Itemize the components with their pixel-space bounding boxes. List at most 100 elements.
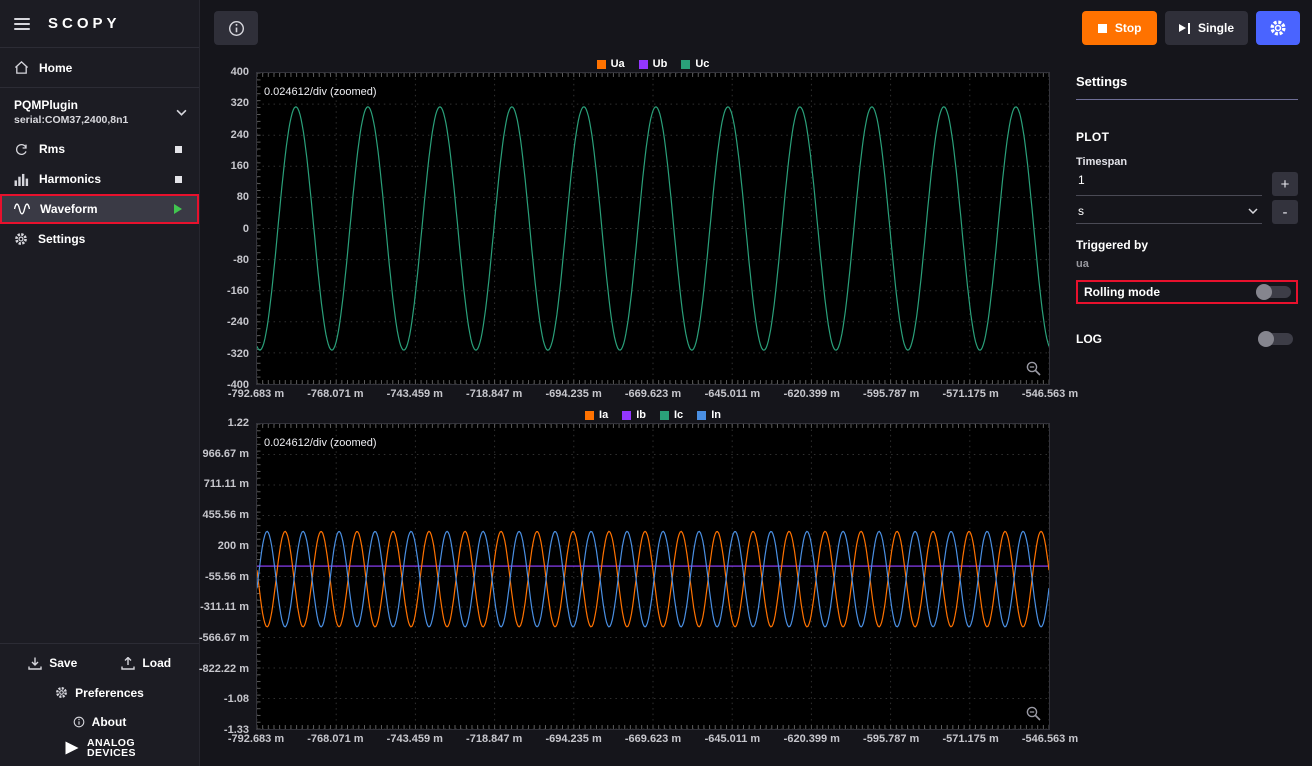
rolling-mode-label: Rolling mode xyxy=(1084,285,1160,299)
plot-area[interactable]: 0.024612/div (zoomed) xyxy=(256,423,1050,730)
legend-swatch xyxy=(639,60,648,69)
x-tick-label: -718.847 m xyxy=(466,388,522,400)
legend-item-Ib[interactable]: Ib xyxy=(622,409,646,421)
log-label: LOG xyxy=(1076,332,1102,346)
legend-item-Ub[interactable]: Ub xyxy=(639,58,668,70)
x-tick-label: -792.683 m xyxy=(228,388,284,400)
x-tick-label: -694.235 m xyxy=(545,733,601,745)
sidebar-item-home[interactable]: Home xyxy=(0,48,199,88)
legend-label: Ub xyxy=(653,58,668,70)
log-toggle[interactable] xyxy=(1258,333,1293,345)
x-tick-label: -546.563 m xyxy=(1022,388,1078,400)
zoom-out-icon[interactable] xyxy=(1025,360,1042,377)
legend-item-Ic[interactable]: Ic xyxy=(660,409,683,421)
legend-item-In[interactable]: In xyxy=(697,409,721,421)
rolling-mode-toggle[interactable] xyxy=(1256,286,1291,298)
about-button[interactable]: About xyxy=(0,707,199,736)
y-tick-label: 711.11 m xyxy=(204,478,249,490)
brand-line2: DEVICES xyxy=(87,748,136,758)
stop-indicator-icon[interactable] xyxy=(175,176,182,183)
x-tick-label: -669.623 m xyxy=(625,388,681,400)
plot-area[interactable]: 0.024612/div (zoomed) xyxy=(256,72,1050,385)
load-button[interactable]: Load xyxy=(100,656,194,670)
stop-button[interactable]: Stop xyxy=(1082,11,1158,45)
stop-square-icon xyxy=(1098,24,1107,33)
harmonics-icon xyxy=(14,173,29,186)
legend-item-Ia[interactable]: Ia xyxy=(585,409,608,421)
chart-legend: Ia Ib Ic In xyxy=(256,407,1050,423)
sidebar-item-settings[interactable]: Settings xyxy=(0,224,199,254)
x-tick-label: -571.175 m xyxy=(942,733,998,745)
y-tick-label: -160 xyxy=(227,285,249,297)
main-area: Stop Single UaUbUc 400320240160800-80-16… xyxy=(200,0,1312,766)
y-tick-label: -566.67 m xyxy=(199,632,249,644)
sidebar-item-label: Waveform xyxy=(40,202,98,216)
brand-text: ANALOG DEVICES xyxy=(87,738,136,758)
analog-devices-triangle-icon xyxy=(63,739,81,757)
current-chart: IaIbIcIn 1.22966.67 m711.11 m455.56 m200… xyxy=(206,407,1050,747)
sidebar-item-rms[interactable]: Rms xyxy=(0,134,199,164)
preferences-label: Preferences xyxy=(75,686,144,700)
sidebar-spacer xyxy=(0,254,199,643)
triggered-by-select[interactable]: ua xyxy=(1076,258,1298,272)
chevron-down-icon[interactable] xyxy=(176,109,187,116)
legend-item-Uc[interactable]: Uc xyxy=(681,58,709,70)
x-tick-label: -768.071 m xyxy=(307,733,363,745)
y-tick-label: -55.56 m xyxy=(205,571,249,583)
legend-item-Ua[interactable]: Ua xyxy=(597,58,625,70)
timespan-unit-select[interactable]: s xyxy=(1076,200,1262,224)
plot-settings-button[interactable] xyxy=(1256,11,1300,45)
panel-title: Settings xyxy=(1076,66,1298,100)
legend-label: Ua xyxy=(611,58,625,70)
scopy-logo: SCOPY xyxy=(48,15,121,32)
waveform-icon xyxy=(14,203,30,215)
x-tick-label: -718.847 m xyxy=(466,733,522,745)
timespan-decrement-button[interactable]: - xyxy=(1272,200,1298,224)
single-button[interactable]: Single xyxy=(1165,11,1248,45)
load-icon xyxy=(121,657,135,670)
y-tick-label: 240 xyxy=(231,129,249,141)
save-label: Save xyxy=(49,656,77,670)
plot-section-header: PLOT xyxy=(1076,130,1298,144)
timespan-increment-button[interactable]: + xyxy=(1272,172,1298,196)
timespan-input[interactable]: 1 xyxy=(1076,172,1262,196)
info-icon xyxy=(228,20,245,37)
info-icon xyxy=(73,716,85,728)
save-icon xyxy=(28,657,42,670)
sidebar-item-waveform[interactable]: Waveform xyxy=(0,194,199,224)
play-indicator-icon[interactable] xyxy=(174,204,182,214)
voltage-chart: UaUbUc 400320240160800-80-160-240-320-40… xyxy=(206,56,1050,402)
sidebar-item-label: Harmonics xyxy=(39,172,101,186)
chart-body: 1.22966.67 m711.11 m455.56 m200 m-55.56 … xyxy=(206,423,1050,730)
plot-canvas[interactable] xyxy=(257,73,1049,384)
gear-icon xyxy=(55,686,68,699)
save-button[interactable]: Save xyxy=(6,656,100,670)
chart-legend: Ua Ub Uc xyxy=(256,56,1050,72)
sidebar-plugin-header[interactable]: PQMPlugin serial:COM37,2400,8n1 xyxy=(0,88,199,134)
hamburger-menu-icon[interactable] xyxy=(14,18,30,30)
preferences-button[interactable]: Preferences xyxy=(0,678,199,707)
gear-icon xyxy=(14,232,28,246)
x-tick-label: -595.787 m xyxy=(863,733,919,745)
zoom-out-icon[interactable] xyxy=(1025,705,1042,722)
stop-indicator-icon[interactable] xyxy=(175,146,182,153)
sidebar-item-harmonics[interactable]: Harmonics xyxy=(0,164,199,194)
plot-canvas[interactable] xyxy=(257,424,1049,729)
x-tick-label: -645.011 m xyxy=(705,388,761,400)
legend-label: Ia xyxy=(599,409,608,421)
y-tick-label: 455.56 m xyxy=(203,509,249,521)
triggered-by-label: Triggered by xyxy=(1076,238,1298,252)
toggle-knob xyxy=(1256,284,1272,300)
legend-swatch xyxy=(681,60,690,69)
scale-overlay: 0.024612/div (zoomed) xyxy=(264,86,377,98)
legend-swatch xyxy=(597,60,606,69)
info-button[interactable] xyxy=(214,11,258,45)
x-tick-label: -669.623 m xyxy=(625,733,681,745)
y-tick-label: 80 xyxy=(237,191,249,203)
single-label: Single xyxy=(1198,21,1234,35)
sidebar-item-label: Rms xyxy=(39,142,65,156)
content: UaUbUc 400320240160800-80-160-240-320-40… xyxy=(200,56,1312,766)
sidebar-item-label: Settings xyxy=(38,232,85,246)
y-tick-label: -320 xyxy=(227,348,249,360)
timespan-label: Timespan xyxy=(1076,156,1298,168)
